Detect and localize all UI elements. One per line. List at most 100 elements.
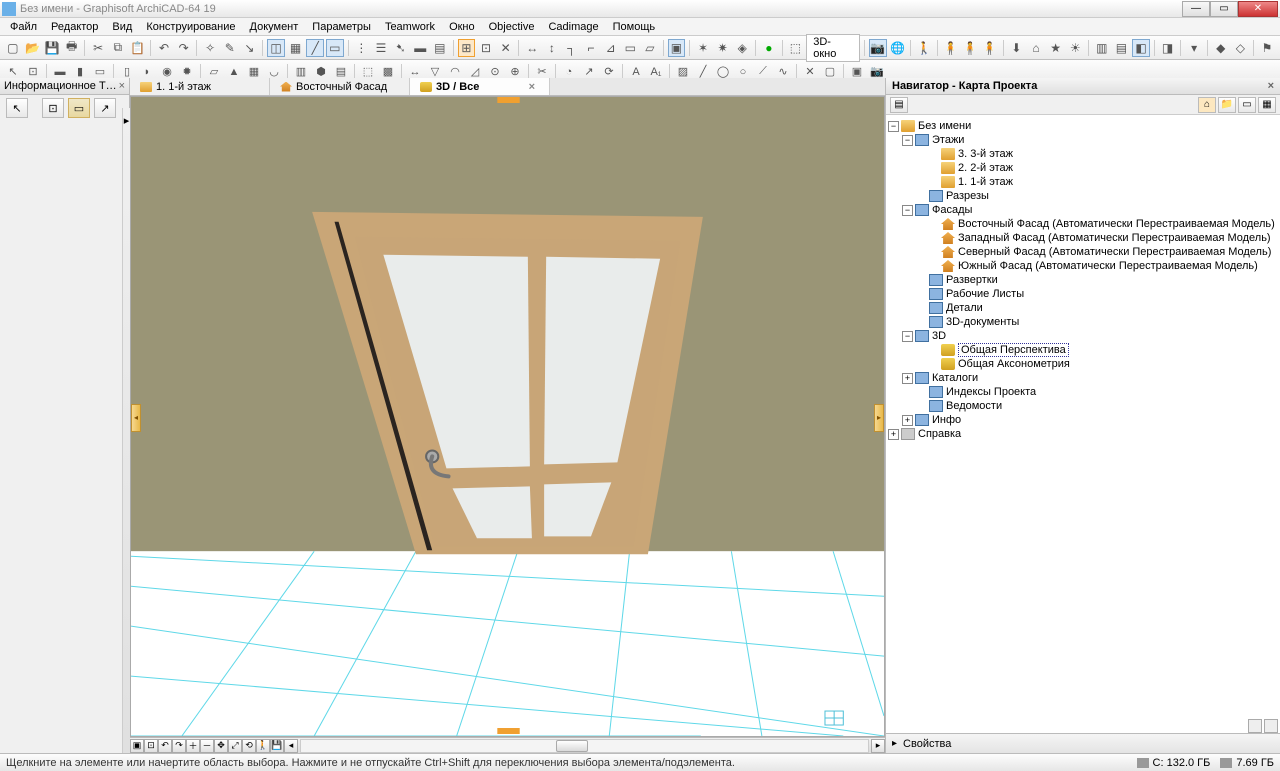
nav-view-map-icon[interactable]: 📁 bbox=[1218, 97, 1236, 113]
tree-elev-west[interactable]: Западный Фасад (Автоматически Перестраив… bbox=[888, 231, 1278, 245]
menu-file[interactable]: Файл bbox=[4, 19, 43, 35]
grid-snap-icon[interactable]: ▦ bbox=[287, 39, 305, 57]
stack-icon[interactable]: ▤ bbox=[431, 39, 449, 57]
3d-icon[interactable]: ⬚ bbox=[787, 39, 805, 57]
tree-root[interactable]: −Без имени bbox=[888, 119, 1278, 133]
info-tool4-icon[interactable]: ↗ bbox=[94, 98, 116, 118]
info-tool3-icon[interactable]: ▭ bbox=[68, 98, 90, 118]
menu-window[interactable]: Окно bbox=[443, 19, 481, 35]
orbit-icon[interactable]: ⟲ bbox=[242, 739, 256, 753]
print-icon[interactable]: 🖶 bbox=[63, 39, 81, 57]
hscroll-thumb[interactable] bbox=[556, 740, 588, 752]
measure4-icon[interactable]: ⌐ bbox=[582, 39, 600, 57]
pan-icon[interactable]: ✥ bbox=[214, 739, 228, 753]
tree-interior[interactable]: Развертки bbox=[888, 273, 1278, 287]
tab-close-icon[interactable]: × bbox=[525, 81, 539, 93]
hscrollbar[interactable] bbox=[300, 739, 869, 753]
zoom-extent-icon[interactable]: ▣ bbox=[130, 739, 144, 753]
viewport-right-expander-icon[interactable]: ▸ bbox=[874, 404, 884, 432]
box-icon[interactable]: ▬ bbox=[411, 39, 429, 57]
scroll-right-icon[interactable]: ▸ bbox=[871, 739, 885, 753]
menu-cadimage[interactable]: Cadimage bbox=[542, 19, 604, 35]
save-view-icon[interactable]: 💾 bbox=[270, 739, 284, 753]
tree-catalogs[interactable]: +Каталоги bbox=[888, 371, 1278, 385]
arrow-icon[interactable]: ➷ bbox=[392, 39, 410, 57]
cube-icon[interactable]: ◨ bbox=[1159, 39, 1177, 57]
new-icon[interactable]: ▢ bbox=[4, 39, 22, 57]
trace-icon[interactable]: ⊡ bbox=[477, 39, 495, 57]
zoom-prev-icon[interactable]: ↶ bbox=[158, 739, 172, 753]
maximize-button[interactable]: ▭ bbox=[1210, 1, 1238, 17]
open-icon[interactable]: 📂 bbox=[24, 39, 42, 57]
tree-floor-1[interactable]: 1. 1-й этаж bbox=[888, 175, 1278, 189]
nav-layout-book-icon[interactable]: ▭ bbox=[1238, 97, 1256, 113]
measure3-icon[interactable]: ┐ bbox=[563, 39, 581, 57]
clip3-icon[interactable]: ◧ bbox=[1132, 39, 1150, 57]
measure5-icon[interactable]: ⊿ bbox=[602, 39, 620, 57]
navigator-close-icon[interactable]: × bbox=[1268, 80, 1274, 92]
tree-elevations[interactable]: −Фасады bbox=[888, 203, 1278, 217]
menu-design[interactable]: Конструирование bbox=[140, 19, 241, 35]
tab-elevation-east[interactable]: Восточный Фасад bbox=[270, 78, 410, 95]
menu-document[interactable]: Документ bbox=[244, 19, 305, 35]
tree-info[interactable]: +Инфо bbox=[888, 413, 1278, 427]
layers-icon[interactable]: ☰ bbox=[372, 39, 390, 57]
tree-3d[interactable]: −3D bbox=[888, 329, 1278, 343]
cut-icon[interactable]: ✂ bbox=[89, 39, 107, 57]
tree-details[interactable]: Детали bbox=[888, 301, 1278, 315]
tree-indexes[interactable]: Индексы Проекта bbox=[888, 385, 1278, 399]
ruler-icon[interactable]: ▭ bbox=[326, 39, 344, 57]
paste-icon[interactable]: 📋 bbox=[129, 39, 147, 57]
record-icon[interactable]: ● bbox=[760, 39, 778, 57]
tree-elev-north[interactable]: Северный Фасад (Автоматически Перестраив… bbox=[888, 245, 1278, 259]
home-icon[interactable]: ⌂ bbox=[1027, 39, 1045, 57]
walk-icon[interactable]: 🚶 bbox=[256, 739, 270, 753]
nav-project-map-icon[interactable]: ⌂ bbox=[1198, 97, 1216, 113]
man3-icon[interactable]: 🧍 bbox=[981, 39, 999, 57]
properties-expand-icon[interactable]: ▸ bbox=[892, 738, 897, 749]
tab-3d-all[interactable]: 3D / Все × bbox=[410, 78, 550, 95]
edit-icon[interactable]: ✎ bbox=[221, 39, 239, 57]
info-panel-expand-icon[interactable]: ▸ bbox=[122, 108, 130, 753]
measure2-icon[interactable]: ↕ bbox=[543, 39, 561, 57]
zoom-in-icon[interactable]: ＋ bbox=[186, 739, 200, 753]
3d-window-dropdown[interactable]: 3D-окно bbox=[806, 34, 860, 62]
snap-icon[interactable]: ◫ bbox=[267, 39, 285, 57]
tree-3ddocs[interactable]: 3D-документы bbox=[888, 315, 1278, 329]
fav-icon[interactable]: ★ bbox=[1047, 39, 1065, 57]
tree-floor-2[interactable]: 2. 2-й этаж bbox=[888, 161, 1278, 175]
redo-icon[interactable]: ↷ bbox=[175, 39, 193, 57]
tree-perspective[interactable]: Общая Перспектива bbox=[888, 343, 1278, 357]
down-icon[interactable]: ⬇ bbox=[1008, 39, 1026, 57]
pick-icon[interactable]: ↘ bbox=[241, 39, 259, 57]
info-tool1-icon[interactable]: ↖ bbox=[6, 98, 28, 118]
menu-edit[interactable]: Редактор bbox=[45, 19, 104, 35]
clip1-icon[interactable]: ▥ bbox=[1093, 39, 1111, 57]
measure6-icon[interactable]: ▭ bbox=[621, 39, 639, 57]
magic-wand-icon[interactable]: ✧ bbox=[201, 39, 219, 57]
save-icon[interactable]: 💾 bbox=[43, 39, 61, 57]
explode3-icon[interactable]: ◈ bbox=[733, 39, 751, 57]
scroll-left-icon[interactable]: ◂ bbox=[284, 739, 298, 753]
menu-teamwork[interactable]: Teamwork bbox=[379, 19, 441, 35]
navigator-tree[interactable]: −Без имени −Этажи 3. 3-й этаж 2. 2-й эта… bbox=[886, 115, 1280, 733]
walk-icon[interactable]: 🚶 bbox=[915, 39, 933, 57]
close-button[interactable]: ✕ bbox=[1238, 1, 1278, 17]
trace-toggle-icon[interactable]: ▣ bbox=[668, 39, 686, 57]
guideline-icon[interactable]: ╱ bbox=[306, 39, 324, 57]
clip2-icon[interactable]: ▤ bbox=[1113, 39, 1131, 57]
dim-icon[interactable]: ⋮ bbox=[353, 39, 371, 57]
measure1-icon[interactable]: ↔ bbox=[523, 39, 541, 57]
viewport-left-expander-icon[interactable]: ◂ bbox=[131, 404, 141, 432]
tree-elev-south[interactable]: Южный Фасад (Автоматически Перестраиваем… bbox=[888, 259, 1278, 273]
menu-options[interactable]: Параметры bbox=[306, 19, 377, 35]
tree-axonometry[interactable]: Общая Аксонометрия bbox=[888, 357, 1278, 371]
xref-icon[interactable]: ⊞ bbox=[458, 39, 476, 57]
menu-help[interactable]: Помощь bbox=[607, 19, 662, 35]
explode2-icon[interactable]: ✷ bbox=[714, 39, 732, 57]
info-panel-close-icon[interactable]: × bbox=[119, 80, 125, 92]
tree-floor-3[interactable]: 3. 3-й этаж bbox=[888, 147, 1278, 161]
sun-icon[interactable]: ☀ bbox=[1066, 39, 1084, 57]
camera-icon[interactable]: 📷 bbox=[869, 39, 887, 57]
tree-schedules[interactable]: Ведомости bbox=[888, 399, 1278, 413]
